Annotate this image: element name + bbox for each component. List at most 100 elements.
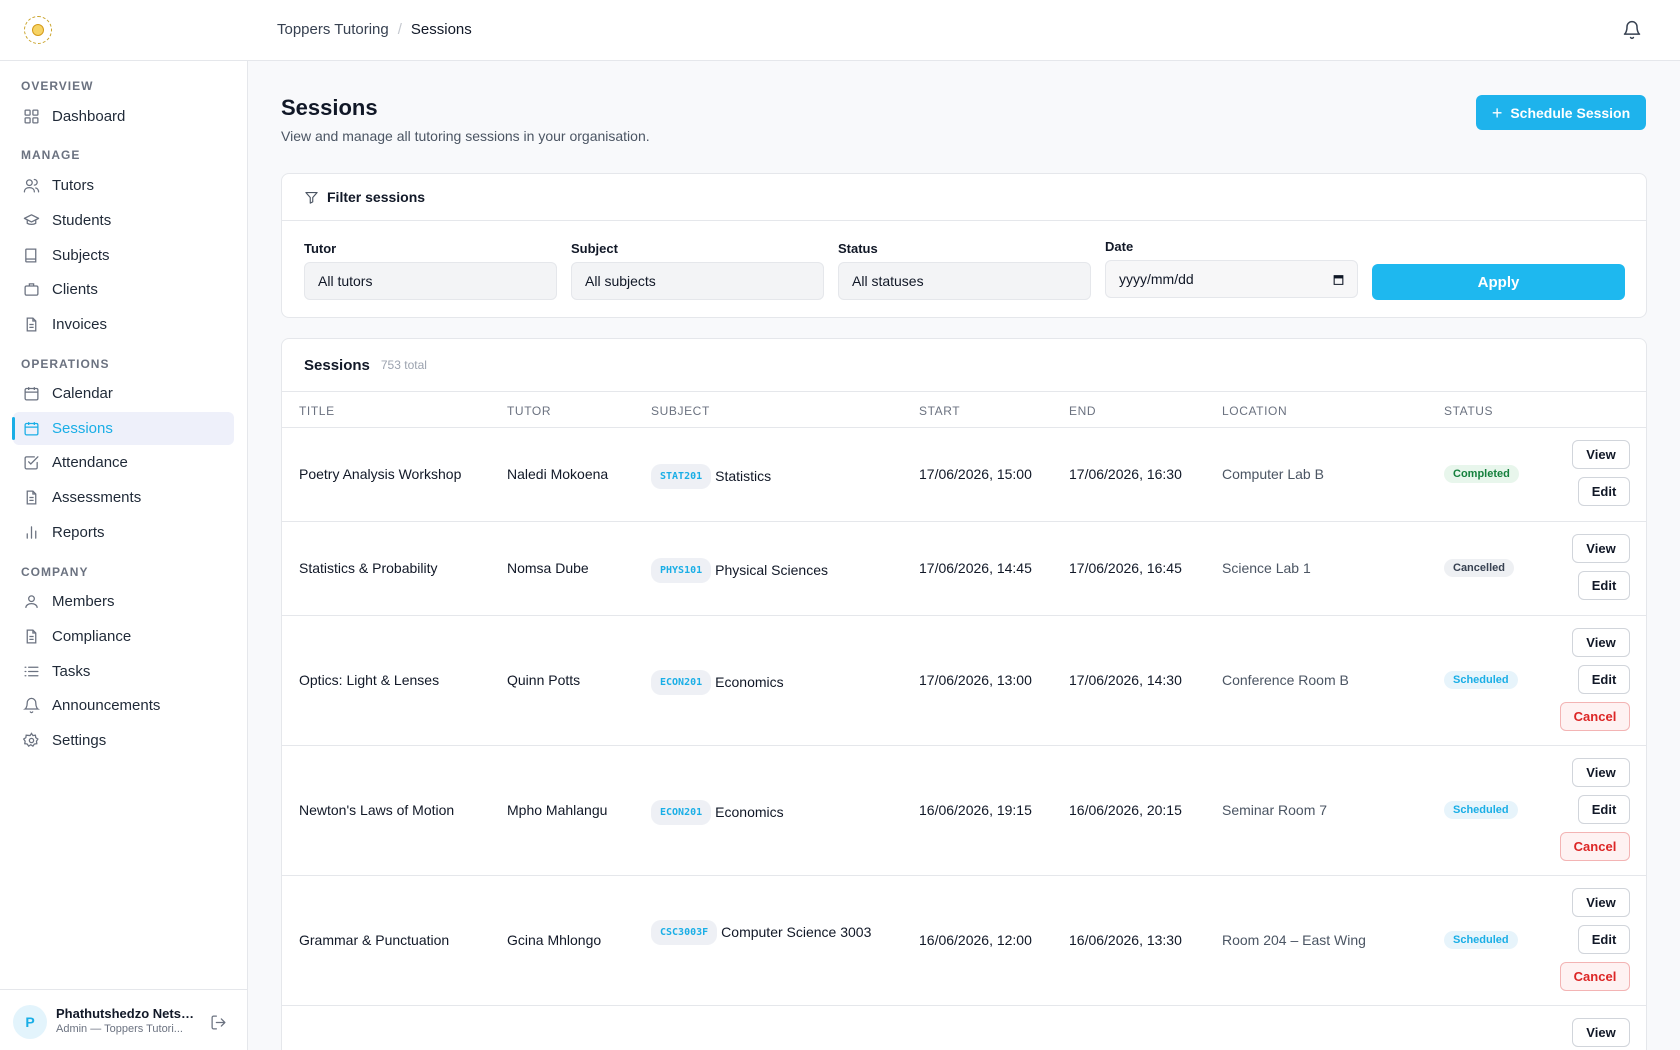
subject-code: CSC3003F	[651, 920, 718, 945]
tutor-filter-label: Tutor	[304, 241, 337, 256]
session-title: Statistics & Probability	[299, 560, 438, 576]
session-end: 17/06/2026, 14:30	[1069, 672, 1182, 688]
page-subtitle: View and manage all tutoring sessions in…	[281, 128, 650, 144]
sidebar-item-assessments[interactable]: Assessments	[13, 481, 234, 514]
session-start: 17/06/2026, 15:00	[919, 466, 1032, 482]
sidebar-item-tutors[interactable]: Tutors	[13, 169, 234, 202]
status-badge: Completed	[1444, 465, 1519, 483]
schedule-session-label: Schedule Session	[1510, 104, 1631, 121]
cancel-session-button[interactable]: Cancel	[1560, 962, 1630, 991]
subject-code: ECON201	[651, 800, 712, 825]
bar-chart-icon	[26, 526, 37, 539]
breadcrumb-home-link[interactable]: Toppers Tutoring	[277, 21, 389, 38]
date-filter-input[interactable]: yyyy/mm/dd	[1105, 260, 1358, 298]
sidebar-item-members[interactable]: Members	[13, 585, 234, 618]
status-badge: Scheduled	[1444, 931, 1518, 949]
column-status[interactable]: STATUS	[1444, 404, 1493, 418]
session-end: 16/06/2026, 20:15	[1069, 802, 1182, 818]
sidebar-item-label: Dashboard	[52, 108, 126, 125]
sidebar-item-calendar[interactable]: Calendar	[13, 377, 234, 410]
sidebar-item-subjects[interactable]: Subjects	[13, 239, 234, 272]
page-title: Sessions	[281, 95, 378, 120]
sidebar-item-dashboard[interactable]: Dashboard	[13, 100, 234, 133]
sidebar-item-label: Students	[52, 212, 112, 229]
session-title: Newton's Laws of Motion	[299, 802, 455, 818]
sidebar-item-label: Attendance	[52, 454, 128, 471]
logout-icon[interactable]	[210, 1014, 227, 1031]
briefcase-icon	[24, 283, 39, 296]
view-button[interactable]: View	[1572, 534, 1630, 563]
column-subject[interactable]: SUBJECT	[651, 404, 710, 418]
logo[interactable]	[24, 16, 52, 44]
calendar-picker-icon[interactable]	[1332, 273, 1345, 286]
edit-button[interactable]: Edit	[1578, 477, 1630, 506]
table-row: Newton's Laws of Motion Mpho Mahlangu EC…	[282, 746, 1646, 876]
calendar-icon	[24, 422, 39, 436]
view-button[interactable]: View	[1572, 628, 1630, 657]
table-row: Optics: Light & Lenses Quinn Potts ECON2…	[282, 616, 1646, 746]
grid-icon	[24, 109, 39, 124]
file-icon	[26, 317, 37, 332]
book-icon	[25, 248, 37, 263]
edit-button[interactable]: Edit	[1578, 795, 1630, 824]
breadcrumb: Toppers Tutoring / Sessions	[277, 21, 472, 38]
status-filter-select[interactable]: All statuses	[838, 262, 1091, 300]
session-start: 17/06/2026, 14:45	[919, 560, 1032, 576]
avatar[interactable]: P	[13, 1005, 47, 1039]
session-title: Poetry Analysis Workshop	[299, 466, 462, 482]
session-tutor: Naledi Mokoena	[507, 466, 609, 482]
cancel-session-button[interactable]: Cancel	[1560, 832, 1630, 861]
sidebar-item-reports[interactable]: Reports	[13, 516, 234, 549]
notifications-bell-icon[interactable]	[1622, 20, 1642, 40]
status-badge: Scheduled	[1444, 801, 1518, 819]
view-button[interactable]: View	[1572, 440, 1630, 469]
sidebar-item-label: Calendar	[52, 385, 113, 402]
column-location[interactable]: LOCATION	[1222, 404, 1287, 418]
section-overview: OVERVIEW	[21, 79, 94, 93]
sidebar-item-attendance[interactable]: Attendance	[13, 446, 234, 479]
view-button[interactable]: View	[1572, 1018, 1630, 1047]
section-operations: OPERATIONS	[21, 357, 110, 371]
subject-name: Economics	[715, 674, 784, 690]
apply-button[interactable]: Apply	[1372, 264, 1625, 300]
user-icon	[25, 595, 38, 608]
sidebar-item-sessions[interactable]: Sessions	[12, 412, 234, 445]
sidebar-item-compliance[interactable]: Compliance	[13, 620, 234, 653]
sessions-table-card: Sessions 753 total TITLE TUTOR SUBJECT S…	[281, 338, 1647, 1050]
edit-button[interactable]: Edit	[1578, 925, 1630, 954]
column-start[interactable]: START	[919, 404, 960, 418]
sidebar-item-label: Subjects	[52, 247, 110, 264]
filter-icon	[305, 191, 318, 204]
session-location: Science Lab 1	[1222, 560, 1311, 576]
session-subject: STAT201 Statistics	[651, 464, 881, 489]
edit-button[interactable]: Edit	[1578, 665, 1630, 694]
cancel-session-button[interactable]: Cancel	[1560, 702, 1630, 731]
sidebar-item-settings[interactable]: Settings	[13, 724, 234, 757]
view-button[interactable]: View	[1572, 758, 1630, 787]
tutor-filter-select[interactable]: All tutors	[304, 262, 557, 300]
top-header: Toppers Tutoring / Sessions	[0, 0, 1680, 61]
column-end[interactable]: END	[1069, 404, 1096, 418]
session-subject: ECON201 Economics	[651, 800, 881, 825]
sidebar-item-invoices[interactable]: Invoices	[13, 308, 234, 341]
bell-icon	[23, 697, 40, 714]
table-count: 753 total	[380, 358, 427, 372]
edit-button[interactable]: Edit	[1578, 571, 1630, 600]
section-company: COMPANY	[21, 565, 89, 579]
sidebar-item-clients[interactable]: Clients	[13, 273, 234, 306]
session-tutor: Gcina Mhlongo	[507, 932, 602, 948]
sidebar-item-tasks[interactable]: Tasks	[13, 655, 234, 688]
session-end: 17/06/2026, 16:30	[1069, 466, 1182, 482]
list-icon	[24, 666, 39, 677]
status-badge: Cancelled	[1444, 559, 1514, 577]
view-button[interactable]: View	[1572, 888, 1630, 917]
sidebar-item-students[interactable]: Students	[13, 204, 234, 237]
session-tutor: Nomsa Dube	[507, 560, 589, 576]
subject-filter-select[interactable]: All subjects	[571, 262, 824, 300]
session-start: 17/06/2026, 13:00	[919, 672, 1032, 688]
column-title[interactable]: TITLE	[299, 404, 335, 418]
column-tutor[interactable]: TUTOR	[507, 404, 551, 418]
schedule-session-button[interactable]: + Schedule Session	[1476, 95, 1646, 130]
subject-name: Economics	[715, 804, 784, 820]
sidebar-item-announcements[interactable]: Announcements	[13, 689, 234, 722]
